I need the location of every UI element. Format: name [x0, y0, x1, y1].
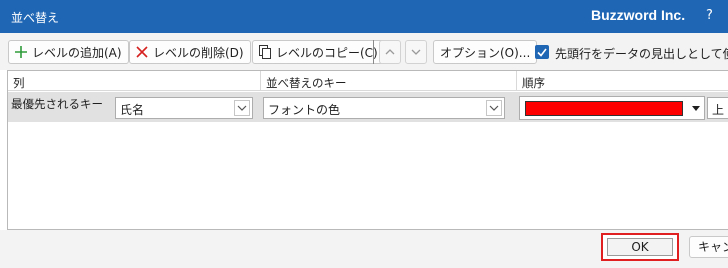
- sort-key-select[interactable]: フォントの色: [263, 97, 505, 119]
- delete-level-label: レベルの削除(D): [153, 45, 244, 60]
- ok-button-label: OK: [607, 238, 673, 256]
- cancel-button[interactable]: キャンセル: [689, 236, 728, 258]
- x-icon: [134, 44, 150, 60]
- color-swatch: [525, 101, 683, 116]
- column-divider: [516, 71, 517, 91]
- copy-level-label: レベルのコピー(C): [276, 45, 378, 60]
- sort-level-label: 最優先されるキー: [11, 97, 103, 111]
- column-header-column: 列: [13, 76, 25, 90]
- position-select[interactable]: 上: [707, 97, 728, 119]
- dropdown-arrow-icon[interactable]: [692, 106, 700, 111]
- chevron-down-icon[interactable]: [486, 100, 502, 116]
- help-button[interactable]: ?: [706, 8, 713, 23]
- column-select-value: 氏名: [120, 103, 145, 117]
- column-header-order: 順序: [522, 76, 545, 90]
- sort-key-select-value: フォントの色: [268, 103, 341, 117]
- copy-icon: [257, 44, 273, 60]
- plus-icon: [13, 44, 29, 60]
- copy-level-button[interactable]: レベルのコピー(C): [252, 40, 385, 64]
- sort-levels-grid: 列 並べ替えのキー 順序 最優先されるキー 氏名 フォントの色 上: [7, 70, 728, 230]
- delete-level-button[interactable]: レベルの削除(D): [129, 40, 251, 64]
- chevron-down-icon[interactable]: [234, 100, 250, 116]
- column-header-sort-key: 並べ替えのキー: [266, 76, 347, 90]
- brand-name: Buzzword Inc.: [591, 7, 686, 23]
- header-checkbox-label: 先頭行をデータの見出しとして使用す: [555, 47, 728, 61]
- checkmark-icon: [537, 48, 547, 57]
- options-button[interactable]: オプション(O)...: [433, 40, 538, 64]
- move-up-button[interactable]: [379, 40, 401, 64]
- options-label: オプション(O)...: [440, 45, 531, 60]
- font-color-select[interactable]: [519, 96, 705, 120]
- ok-button[interactable]: OK: [601, 233, 679, 261]
- title-bar: 並べ替え Buzzword Inc. ?: [0, 0, 728, 33]
- header-checkbox[interactable]: [535, 45, 549, 59]
- chevron-down-icon: [411, 49, 421, 55]
- column-select[interactable]: 氏名: [115, 97, 253, 119]
- position-select-value: 上: [712, 103, 725, 117]
- add-level-label: レベルの追加(A): [32, 45, 122, 60]
- toolbar-separator: [373, 40, 374, 64]
- chevron-up-icon: [385, 49, 395, 55]
- move-down-button[interactable]: [405, 40, 427, 64]
- sort-level-row[interactable]: 最優先されるキー 氏名 フォントの色 上: [8, 92, 728, 122]
- grid-header: 列 並べ替えのキー 順序: [8, 71, 728, 91]
- window-title: 並べ替え: [11, 11, 60, 25]
- add-level-button[interactable]: レベルの追加(A): [8, 40, 129, 64]
- toolbar: レベルの追加(A) レベルの削除(D) レベルのコピー(C) オプション(O).…: [0, 33, 728, 70]
- column-divider: [260, 71, 261, 91]
